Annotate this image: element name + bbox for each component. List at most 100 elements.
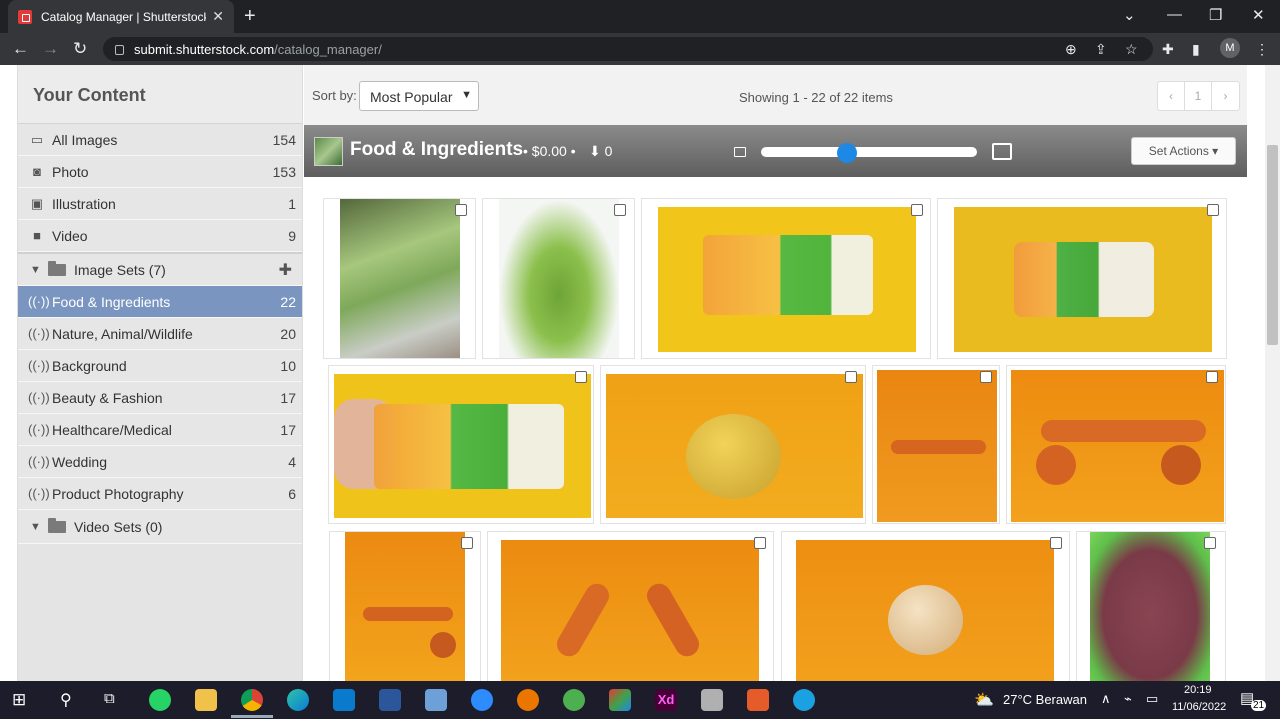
adobe-xd-icon[interactable]: Xd xyxy=(655,689,677,711)
select-checkbox[interactable] xyxy=(845,371,857,383)
image-tile[interactable] xyxy=(482,198,635,359)
app-icon[interactable] xyxy=(609,689,631,711)
image-tile[interactable] xyxy=(323,198,476,359)
more-menu-icon[interactable]: ⋮ xyxy=(1255,41,1269,58)
back-arrow-icon[interactable]: ← xyxy=(12,39,29,59)
sidebar-set-nature[interactable]: ((·)) Nature, Animal/Wildlife 20 xyxy=(18,318,302,350)
video-camera-icon: ■ xyxy=(33,228,41,243)
browser-tab[interactable]: Catalog Manager | Shutterstock ✕ xyxy=(8,0,234,33)
layered-cake-photo xyxy=(658,207,916,352)
set-earnings: • $0.00 • xyxy=(523,143,576,159)
sidebar-set-beauty-fashion[interactable]: ((·)) Beauty & Fashion 17 xyxy=(18,382,302,414)
3d-box-app-icon[interactable] xyxy=(425,689,447,711)
image-tile[interactable] xyxy=(487,531,774,681)
maximize-button[interactable]: ❐ xyxy=(1209,6,1222,24)
clock-date[interactable]: 11/06/2022 xyxy=(1172,701,1226,713)
zoom-app-icon[interactable] xyxy=(471,689,493,711)
tab-search-chevron-icon[interactable]: ⌄ xyxy=(1123,6,1136,24)
prev-page-button[interactable]: ‹ xyxy=(1158,82,1185,110)
set-count: 10 xyxy=(280,357,296,374)
image-sets-toggle[interactable]: ▼ Image Sets (7) ✚ xyxy=(18,252,302,286)
image-tile[interactable] xyxy=(1076,531,1226,681)
browser-tab-strip: Catalog Manager | Shutterstock ✕ + ⌄ — ❐… xyxy=(0,0,1280,33)
zoom-icon[interactable]: ⊕ xyxy=(1065,41,1077,58)
address-bar[interactable]: submit.shutterstock.com/catalog_manager/ xyxy=(103,37,1153,61)
image-tile[interactable] xyxy=(600,365,866,524)
windows-start-icon[interactable]: ⊞ xyxy=(12,690,26,710)
sidebar-set-wedding[interactable]: ((·)) Wedding 4 xyxy=(18,446,302,478)
blender-icon[interactable] xyxy=(517,689,539,711)
search-icon[interactable]: ⚲ xyxy=(60,690,72,710)
image-tile[interactable] xyxy=(329,531,481,681)
image-tile[interactable] xyxy=(1006,365,1226,524)
battery-icon[interactable]: ▭ xyxy=(1146,691,1158,707)
chrome-icon[interactable] xyxy=(241,689,263,711)
weather-icon: ⛅ xyxy=(974,692,994,709)
select-checkbox[interactable] xyxy=(455,204,467,216)
carrots-photo xyxy=(501,540,759,681)
select-checkbox[interactable] xyxy=(614,204,626,216)
app-icon[interactable] xyxy=(793,689,815,711)
sidebar-set-background[interactable]: ((·)) Background 10 xyxy=(18,350,302,382)
page-number[interactable]: 1 xyxy=(1185,82,1212,110)
network-icon[interactable]: ⌁ xyxy=(1124,691,1132,707)
sidebar: Your Content ▭ All Images 154 ◙ Photo 15… xyxy=(17,65,303,681)
reload-icon[interactable]: ↻ xyxy=(73,39,87,59)
sidebar-item-all-images[interactable]: ▭ All Images 154 xyxy=(18,124,302,156)
task-view-icon[interactable]: ⧉ xyxy=(104,690,115,707)
image-tile[interactable] xyxy=(937,198,1227,359)
image-tile[interactable] xyxy=(781,531,1070,681)
edge-icon[interactable] xyxy=(287,689,309,711)
next-page-button[interactable]: › xyxy=(1212,82,1239,110)
add-set-icon[interactable]: ✚ xyxy=(279,260,292,280)
profile-avatar[interactable]: M xyxy=(1220,38,1240,58)
close-window-button[interactable]: ✕ xyxy=(1252,6,1265,24)
extensions-puzzle-icon[interactable]: ✚ xyxy=(1162,41,1174,58)
whatsapp-icon[interactable] xyxy=(149,689,171,711)
set-count: 20 xyxy=(280,325,296,342)
select-checkbox[interactable] xyxy=(461,537,473,549)
video-sets-toggle[interactable]: ▼ Video Sets (0) xyxy=(18,510,302,544)
select-checkbox[interactable] xyxy=(754,537,766,549)
select-checkbox[interactable] xyxy=(911,204,923,216)
select-checkbox[interactable] xyxy=(1050,537,1062,549)
side-panel-icon[interactable]: ▮ xyxy=(1192,41,1200,58)
sidebar-set-food-ingredients[interactable]: ((·)) Food & Ingredients 22 xyxy=(18,286,302,318)
sidebar-item-illustration[interactable]: ▣ Illustration 1 xyxy=(18,188,302,220)
image-tile[interactable] xyxy=(641,198,931,359)
book-icon: ▭ xyxy=(30,131,44,147)
slider-handle[interactable] xyxy=(837,143,858,163)
bookmark-star-icon[interactable]: ☆ xyxy=(1125,41,1138,58)
image-tile[interactable] xyxy=(328,365,594,524)
image-tile[interactable] xyxy=(872,365,1000,524)
scrollbar-thumb[interactable] xyxy=(1267,145,1278,345)
app-icon[interactable] xyxy=(701,689,723,711)
sidebar-item-video[interactable]: ■ Video 9 xyxy=(18,220,302,252)
sort-select[interactable]: Most Popular ▼ xyxy=(359,81,479,111)
select-checkbox[interactable] xyxy=(980,371,992,383)
sidebar-set-product-photography[interactable]: ((·)) Product Photography 6 xyxy=(18,478,302,510)
new-tab-button[interactable]: + xyxy=(244,5,256,27)
app-icon[interactable] xyxy=(563,689,585,711)
thumbnail-size-slider[interactable] xyxy=(761,147,977,157)
file-explorer-icon[interactable] xyxy=(195,689,217,711)
image-grid xyxy=(304,177,1247,681)
share-icon[interactable]: ⇪ xyxy=(1095,41,1107,58)
word-icon[interactable] xyxy=(379,689,401,711)
weather-text[interactable]: 27°C Berawan xyxy=(1003,692,1087,707)
sidebar-set-healthcare[interactable]: ((·)) Healthcare/Medical 17 xyxy=(18,414,302,446)
select-checkbox[interactable] xyxy=(575,371,587,383)
tray-chevron-icon[interactable]: ∧ xyxy=(1101,691,1111,707)
select-checkbox[interactable] xyxy=(1207,204,1219,216)
vscode-icon[interactable] xyxy=(333,689,355,711)
minimize-button[interactable]: — xyxy=(1167,6,1182,23)
select-checkbox[interactable] xyxy=(1204,537,1216,549)
clock-time[interactable]: 20:19 xyxy=(1184,684,1212,696)
set-actions-button[interactable]: Set Actions ▾ xyxy=(1131,137,1236,165)
select-checkbox[interactable] xyxy=(1206,371,1218,383)
sidebar-item-photo[interactable]: ◙ Photo 153 xyxy=(18,156,302,188)
app-icon[interactable] xyxy=(747,689,769,711)
forward-arrow-icon[interactable]: → xyxy=(42,39,59,59)
close-tab-icon[interactable]: ✕ xyxy=(212,8,224,25)
shallots-in-basket-photo xyxy=(1090,532,1210,681)
